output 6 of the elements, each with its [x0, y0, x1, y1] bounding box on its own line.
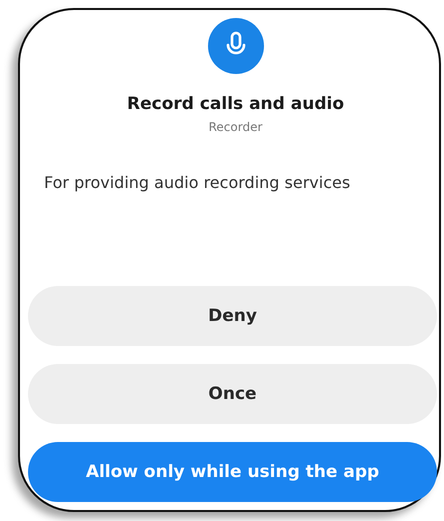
app-name: Recorder [208, 120, 262, 134]
dialog-title: Record calls and audio [127, 94, 344, 114]
option-button[interactable]: Once [28, 364, 437, 424]
option-button[interactable]: Deny [28, 286, 437, 346]
permission-description: For providing audio recording services [44, 172, 352, 194]
allow-button[interactable]: Allow only while using the app [28, 442, 437, 502]
